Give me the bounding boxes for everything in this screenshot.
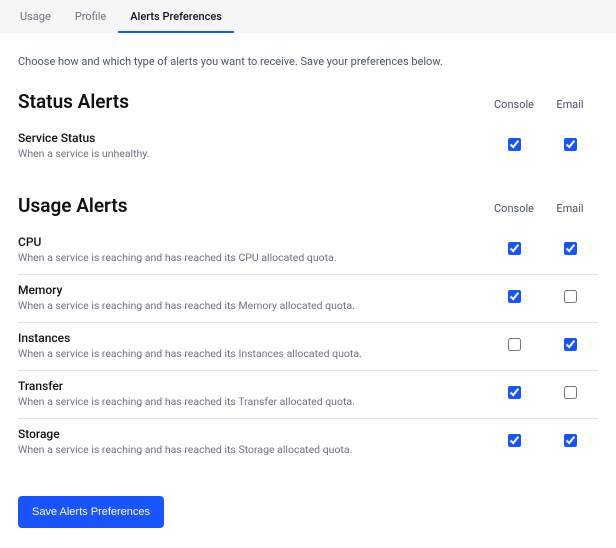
alert-desc: When a service is reaching and has reach… <box>18 395 486 408</box>
column-header-email: Email <box>542 202 598 215</box>
preferences-panel: Choose how and which type of alerts you … <box>0 33 616 548</box>
transfer-email-checkbox[interactable] <box>564 386 577 399</box>
alert-name: Transfer <box>18 379 486 393</box>
transfer-console-checkbox[interactable] <box>508 386 521 399</box>
column-header-console: Console <box>486 98 542 111</box>
alert-name: Storage <box>18 427 486 441</box>
alert-desc: When a service is unhealthy. <box>18 147 486 160</box>
tab-profile[interactable]: Profile <box>63 0 118 33</box>
tab-alerts-preferences[interactable]: Alerts Preferences <box>118 0 234 33</box>
tab-bar: Usage Profile Alerts Preferences <box>0 0 616 33</box>
alert-row-instances: Instances When a service is reaching and… <box>18 323 598 371</box>
service-status-email-checkbox[interactable] <box>564 138 577 151</box>
alert-desc: When a service is reaching and has reach… <box>18 347 486 360</box>
alert-name: Instances <box>18 331 486 345</box>
cpu-email-checkbox[interactable] <box>564 242 577 255</box>
usage-alerts-title: Usage Alerts <box>18 194 486 217</box>
alert-name: Memory <box>18 283 486 297</box>
instances-email-checkbox[interactable] <box>564 338 577 351</box>
status-alerts-header: Status Alerts Console Email <box>18 90 598 113</box>
alert-desc: When a service is reaching and has reach… <box>18 251 486 264</box>
alert-row-storage: Storage When a service is reaching and h… <box>18 419 598 466</box>
usage-alerts-header: Usage Alerts Console Email <box>18 194 598 217</box>
alert-name: Service Status <box>18 131 486 145</box>
alert-row-service-status: Service Status When a service is unhealt… <box>18 123 598 170</box>
cpu-console-checkbox[interactable] <box>508 242 521 255</box>
alert-row-transfer: Transfer When a service is reaching and … <box>18 371 598 419</box>
memory-email-checkbox[interactable] <box>564 290 577 303</box>
memory-console-checkbox[interactable] <box>508 290 521 303</box>
instances-console-checkbox[interactable] <box>508 338 521 351</box>
alert-name: CPU <box>18 235 486 249</box>
alert-row-cpu: CPU When a service is reaching and has r… <box>18 227 598 275</box>
service-status-console-checkbox[interactable] <box>508 138 521 151</box>
storage-email-checkbox[interactable] <box>564 434 577 447</box>
alert-row-memory: Memory When a service is reaching and ha… <box>18 275 598 323</box>
status-alerts-title: Status Alerts <box>18 90 486 113</box>
column-header-console: Console <box>486 202 542 215</box>
storage-console-checkbox[interactable] <box>508 434 521 447</box>
column-header-email: Email <box>542 98 598 111</box>
tab-usage[interactable]: Usage <box>8 0 63 33</box>
alert-desc: When a service is reaching and has reach… <box>18 299 486 312</box>
save-button[interactable]: Save Alerts Preferences <box>18 496 164 528</box>
intro-text: Choose how and which type of alerts you … <box>18 55 598 68</box>
alert-desc: When a service is reaching and has reach… <box>18 443 486 456</box>
